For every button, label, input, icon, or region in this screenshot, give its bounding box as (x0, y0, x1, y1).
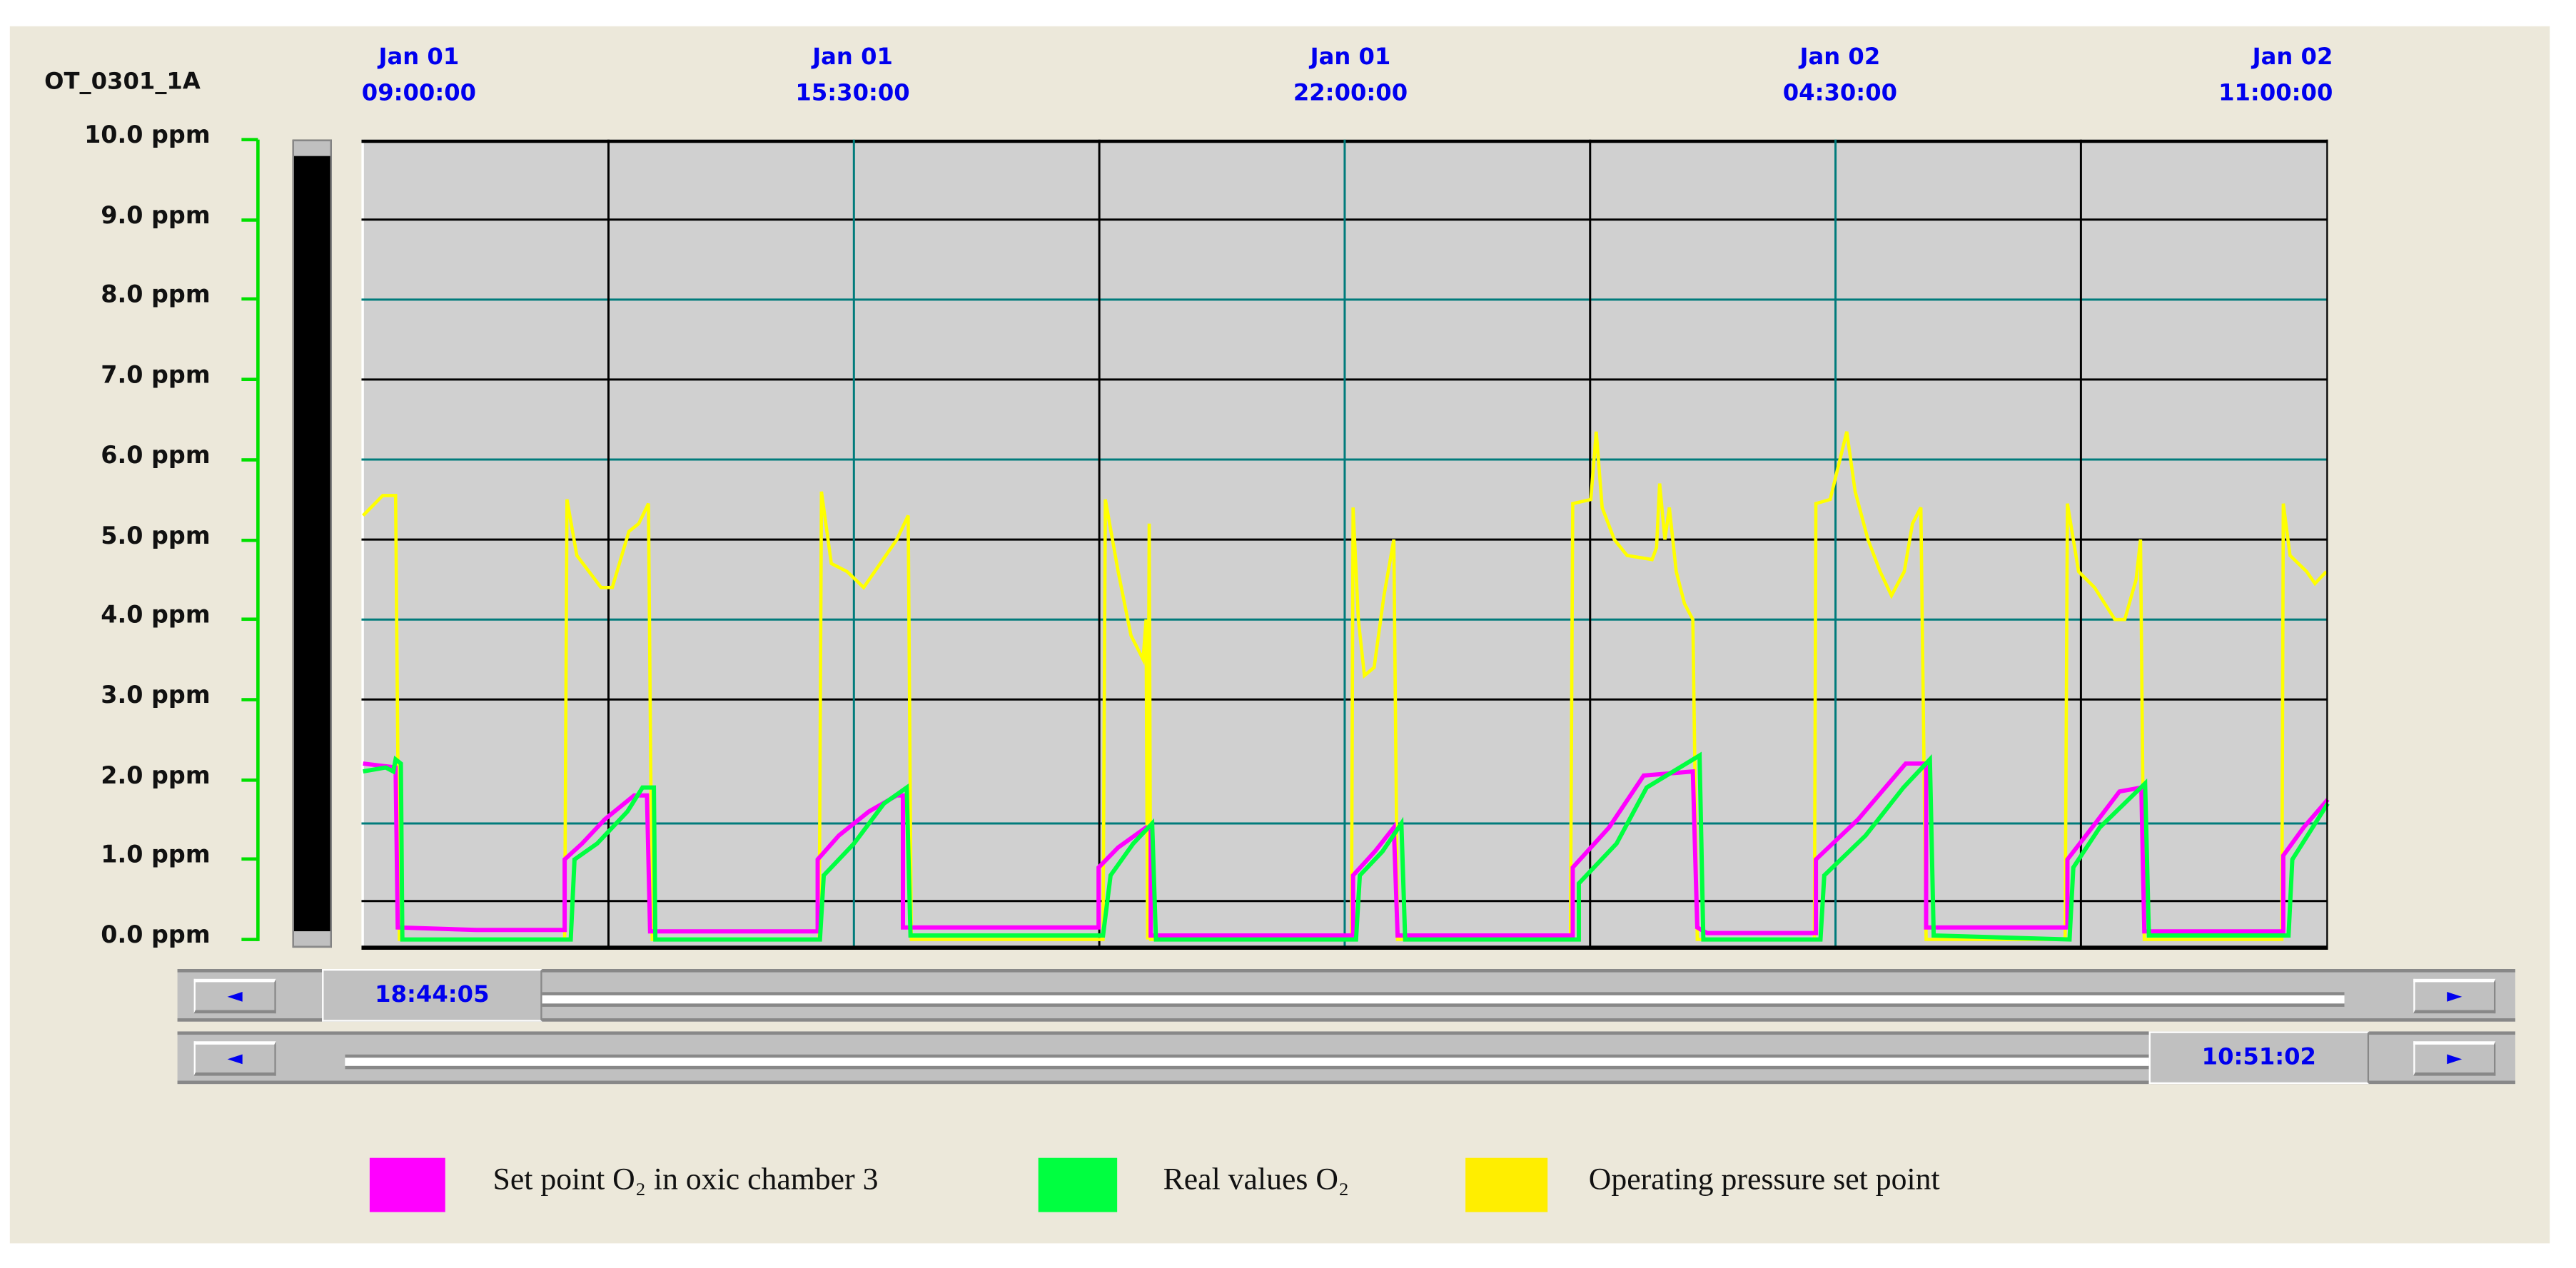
y-tick-mark (241, 858, 258, 861)
y-tick-mark (241, 138, 258, 141)
legend-label-setpoint: Set point O₂ in oxic chamber 3 (493, 1162, 879, 1197)
time-scrollbar-end[interactable]: ◄ 10:51:02 ► (177, 1031, 2515, 1085)
scrollbar-top-cap[interactable] (294, 141, 330, 156)
y-tick-label: 10.0 ppm (84, 123, 211, 150)
x-tick-label-2: Jan 01 22:00:00 (1285, 39, 1416, 111)
legend-label-pressure: Operating pressure set point (1588, 1162, 1940, 1197)
y-tick-mark (241, 778, 258, 781)
scroll-track[interactable] (345, 1054, 2149, 1070)
x-tick-date: Jan 02 (1799, 44, 1881, 71)
x-tick-time: 11:00:00 (2218, 80, 2333, 107)
time-scrollbar-start[interactable]: ◄ 18:44:05 ► (177, 969, 2515, 1022)
y-tick-mark (241, 457, 258, 462)
arrow-right-icon: ► (2447, 983, 2463, 1007)
scroll-right-button[interactable]: ► (2413, 1041, 2496, 1076)
legend-label-real: Real values O₂ (1163, 1162, 1350, 1197)
y-tick-label: 2.0 ppm (101, 763, 211, 790)
legend-swatch-real (1038, 1157, 1118, 1212)
x-tick-label-3: Jan 02 04:30:00 (1774, 39, 1906, 111)
x-tick-date: Jan 01 (378, 44, 460, 71)
scrollbar-bottom-cap[interactable] (294, 931, 330, 946)
end-time: 10:51:02 (2201, 1044, 2317, 1071)
trend-plot (361, 139, 2330, 950)
y-tick-mark (241, 697, 258, 701)
x-tick-date: Jan 01 (812, 44, 893, 71)
scroll-thumb-end[interactable]: 10:51:02 (2148, 1031, 2370, 1085)
arrow-left-icon: ◄ (227, 1046, 243, 1070)
y-tick-label: 7.0 ppm (101, 362, 211, 390)
y-tick-label: 0.0 ppm (101, 923, 211, 950)
y-tick-mark (241, 218, 258, 222)
arrow-right-icon: ► (2447, 1046, 2463, 1070)
legend-swatch-pressure (1465, 1157, 1548, 1212)
y-axis-line (256, 139, 260, 941)
y-tick-label: 5.0 ppm (101, 523, 211, 549)
y-tick-mark (241, 537, 258, 542)
y-tick-label: 6.0 ppm (101, 442, 211, 470)
y-tick-mark (241, 377, 258, 382)
x-tick-label-4: Jan 02 11:00:00 (2201, 39, 2333, 111)
legend-swatch-setpoint (369, 1157, 445, 1212)
x-tick-time: 04:30:00 (1782, 80, 1898, 107)
y-tick-label: 3.0 ppm (101, 683, 211, 710)
x-tick-date: Jan 01 (1310, 44, 1391, 71)
x-tick-time: 15:30:00 (795, 80, 910, 107)
arrow-left-icon: ◄ (227, 983, 243, 1007)
y-tick-label: 8.0 ppm (101, 283, 211, 310)
x-tick-label-0: Jan 01 09:00:00 (353, 39, 485, 111)
x-tick-date: Jan 02 (2252, 44, 2333, 71)
scroll-left-button[interactable]: ◄ (193, 978, 276, 1014)
x-tick-label-1: Jan 01 15:30:00 (787, 39, 919, 111)
y-tick-mark (241, 617, 258, 622)
y-tick-label: 1.0 ppm (101, 843, 211, 870)
start-time: 18:44:05 (375, 982, 490, 1009)
y-tick-label: 4.0 ppm (101, 603, 211, 629)
x-tick-time: 09:00:00 (361, 80, 477, 107)
scroll-right-button[interactable]: ► (2413, 978, 2496, 1014)
scroll-thumb-start[interactable]: 18:44:05 (322, 969, 542, 1022)
tag-name: OT_0301_1A (44, 69, 201, 96)
x-tick-time: 22:00:00 (1293, 80, 1408, 107)
scroll-track[interactable] (542, 992, 2345, 1007)
vertical-scrollbar[interactable] (292, 139, 332, 948)
y-tick-label: 9.0 ppm (101, 203, 211, 230)
trend-viewer: OT_0301_1A Jan 01 09:00:00 Jan 01 15:30:00… (0, 0, 2576, 1268)
y-tick-mark (241, 938, 258, 941)
y-tick-mark (241, 298, 258, 302)
scroll-left-button[interactable]: ◄ (193, 1041, 276, 1076)
